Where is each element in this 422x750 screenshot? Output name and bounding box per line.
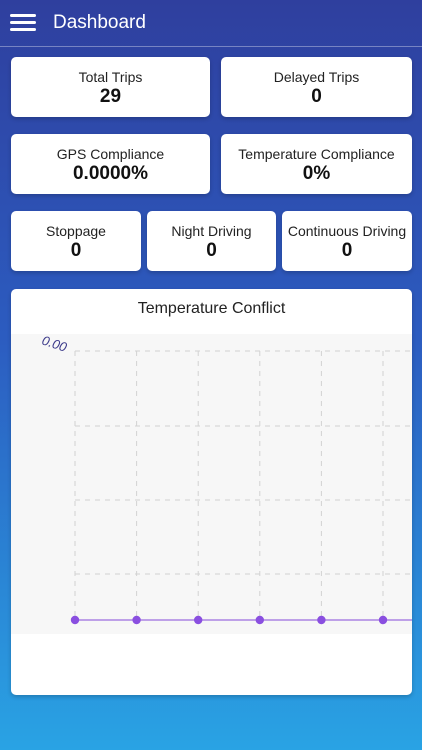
delayed-trips-label: Delayed Trips (273, 69, 360, 85)
temperature-compliance-card[interactable]: Temperature Compliance 0% (221, 134, 412, 194)
data-point (132, 615, 141, 625)
night-driving-label: Night Driving (171, 223, 252, 239)
delayed-trips-value: 0 (311, 86, 322, 107)
plot-background (11, 334, 412, 634)
night-driving-value: 0 (206, 240, 217, 261)
stoppage-card[interactable]: Stoppage 0 (11, 211, 141, 271)
continuous-driving-card[interactable]: Continuous Driving 0 (282, 211, 412, 271)
data-point (378, 615, 388, 625)
gps-compliance-card[interactable]: GPS Compliance 0.0000% (11, 134, 210, 194)
gps-compliance-value: 0.0000% (72, 163, 148, 184)
night-driving-card[interactable]: Night Driving 0 (147, 211, 276, 271)
continuous-driving-label: Continuous Driving (287, 223, 407, 239)
data-point (255, 615, 264, 625)
hamburger-menu-icon[interactable] (10, 12, 36, 34)
stoppage-label: Stoppage (46, 223, 106, 239)
temperature-compliance-label: Temperature Compliance (238, 146, 395, 162)
temperature-conflict-chart[interactable]: 0.0020 Jul03 Aug18 Aug03 Sep08 Sep09 Sep (11, 334, 412, 634)
continuous-driving-value: 0 (341, 240, 353, 261)
data-point (70, 615, 80, 625)
temperature-conflict-chart-card: Temperature Conflict 0.0020 Jul03 Aug18 … (11, 289, 412, 695)
temperature-compliance-value: 0% (302, 163, 331, 184)
chart-title: Temperature Conflict (137, 300, 286, 317)
delayed-trips-card[interactable]: Delayed Trips 0 (221, 57, 412, 117)
gps-compliance-label: GPS Compliance (56, 146, 165, 162)
total-trips-label: Total Trips (78, 69, 143, 85)
total-trips-value: 29 (99, 86, 122, 107)
data-point (194, 615, 203, 625)
app-header: Dashboard (0, 0, 422, 47)
total-trips-card[interactable]: Total Trips 29 (11, 57, 210, 117)
stoppage-value: 0 (70, 240, 82, 261)
page-title: Dashboard (53, 12, 146, 33)
data-point (317, 615, 326, 625)
